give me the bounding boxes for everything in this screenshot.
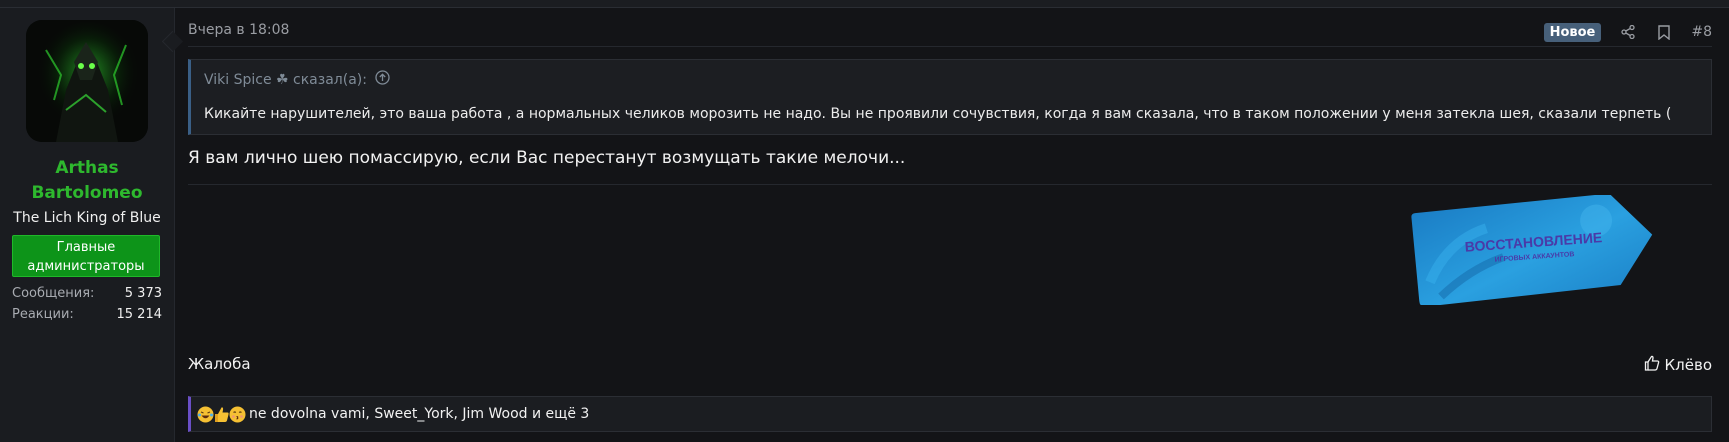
user-sidebar: Arthas Bartolomeo The Lich King of Blue … (0, 8, 175, 442)
role-badge-line1: Главные (56, 240, 116, 255)
quote-text: Кикайте нарушителей, это ваша работа , а… (204, 106, 1672, 122)
avatar[interactable] (26, 20, 148, 142)
post-meta: Вчера в 18:08 Новое #8 (188, 20, 1712, 44)
forum-post-page: Arthas Bartolomeo The Lich King of Blue … (0, 0, 1729, 442)
stat-row-messages: Сообщения: 5 373 (12, 283, 162, 304)
post-actions: Жалоба Клёво (188, 355, 1712, 379)
username-line1: Arthas (55, 158, 119, 178)
stat-label: Реакции: (12, 307, 74, 322)
stat-label: Сообщения: (12, 286, 95, 301)
reactions-bar[interactable]: ne dovolna vami, Sweet_York, Jim Wood и … (188, 396, 1712, 432)
stat-value: 15 214 (116, 307, 163, 322)
role-badge-line2: администраторы (27, 259, 145, 274)
post-text: Я вам лично шею помассирую, если Вас пер… (188, 148, 906, 168)
post-meta-actions: Новое #8 (1543, 20, 1712, 44)
quote-author[interactable]: Viki Spice ☘ сказал(а): (204, 72, 367, 88)
top-border (0, 0, 1729, 8)
meta-divider (188, 46, 1712, 47)
laughing-emoji-icon (197, 406, 214, 423)
new-badge: Новое (1543, 22, 1602, 42)
share-icon[interactable] (1619, 23, 1637, 41)
like-button[interactable]: Клёво (1644, 355, 1712, 375)
thumbs-up-icon (1644, 355, 1660, 375)
username[interactable]: Arthas Bartolomeo (0, 156, 174, 206)
role-badge: Главные администраторы (12, 235, 160, 277)
kiss-emoji-icon (229, 406, 246, 423)
username-line2: Bartolomeo (31, 183, 143, 203)
post-number-link[interactable]: #8 (1691, 24, 1712, 40)
post-date[interactable]: Вчера в 18:08 (188, 22, 289, 38)
bookmark-icon[interactable] (1655, 23, 1673, 41)
quote-block: Viki Spice ☘ сказал(а): Кикайте нарушите… (188, 59, 1712, 135)
reaction-icons (197, 406, 246, 423)
stat-row-reactions: Реакции: 15 214 (12, 304, 162, 325)
user-title: The Lich King of Blue (13, 210, 161, 226)
stat-value[interactable]: 5 373 (125, 283, 162, 304)
user-stats: Сообщения: 5 373 Реакции: 15 214 (12, 283, 162, 325)
reaction-users[interactable]: ne dovolna vami, Sweet_York, Jim Wood и … (249, 406, 589, 422)
signature-banner[interactable]: ВОССТАНОВЛЕНИЕ ИГРОВЫХ АККАУНТОВ (1408, 193, 1658, 307)
arrow-up-circle-icon[interactable] (375, 70, 390, 89)
avatar-image (26, 20, 148, 142)
report-button[interactable]: Жалоба (188, 355, 251, 373)
like-label: Клёво (1664, 356, 1712, 374)
quote-header: Viki Spice ☘ сказал(а): (204, 70, 390, 89)
thumbs-up-emoji-icon (213, 406, 230, 423)
signature-divider (188, 184, 1712, 185)
